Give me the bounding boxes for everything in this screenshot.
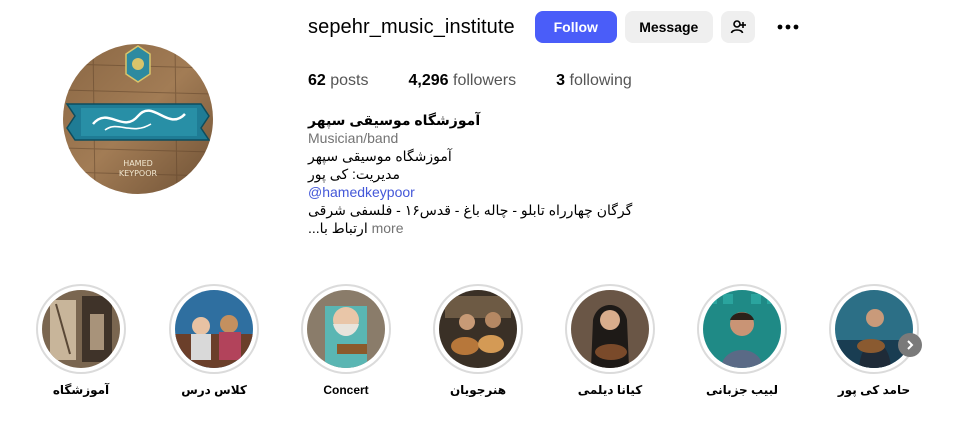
bio-category: Musician/band [308, 130, 399, 146]
highlight-thumbnail [42, 290, 120, 368]
highlight-ring [169, 284, 259, 374]
follow-button[interactable]: Follow [534, 11, 617, 43]
highlight-ring [697, 284, 787, 374]
highlight-item[interactable]: هنرجویان [423, 284, 533, 397]
followers-value: 4,296 [408, 72, 449, 89]
avatar-logo-image: HAMED KEYPOOR [63, 44, 213, 194]
followers-label: followers [453, 72, 517, 89]
highlight-label: آموزشگاه [52, 383, 110, 397]
username: sepehr_music_institute [308, 15, 515, 38]
more-options-icon[interactable] [773, 11, 803, 43]
following-label: following [569, 72, 632, 89]
bio-name: آموزشگاه موسیقی سپهر [308, 112, 481, 128]
bio-line-4-wrap: ...ارتباط با more [308, 219, 632, 237]
highlight-item[interactable]: آموزشگاه [26, 284, 136, 397]
highlight-label: لبیب جزبانی [705, 383, 779, 397]
avatar-brand-text: HAMED [123, 159, 153, 168]
highlight-thumbnail [571, 290, 649, 368]
profile-header: sepehr_music_institute Follow Message [308, 10, 803, 44]
chevron-right-icon [907, 340, 914, 350]
bio-line-4: ...ارتباط با [308, 220, 368, 236]
posts-label: posts [330, 72, 369, 89]
highlight-label: کیانا دیلمی [577, 383, 643, 397]
followers-link[interactable]: 4,296 followers [409, 72, 517, 90]
bio-line-2: مدیریت: کی پور [308, 166, 401, 182]
bio-line-3: گرگان چهارراه تابلو - چاله باغ - قدس۱۶ -… [308, 202, 633, 218]
highlight-item[interactable]: کیانا دیلمی [555, 284, 665, 397]
highlight-ring [36, 284, 126, 374]
message-button[interactable]: Message [624, 11, 713, 43]
bio-line-1: آموزشگاه موسیقی سپهر [308, 148, 452, 164]
posts-count: 62 posts [308, 72, 369, 90]
highlight-ring [565, 284, 655, 374]
highlight-thumbnail [175, 290, 253, 368]
highlight-label: حامد کی پور [837, 383, 911, 397]
highlight-thumbnail [439, 290, 517, 368]
following-value: 3 [556, 72, 566, 89]
add-user-icon [730, 20, 746, 34]
highlight-label: Concert [323, 383, 369, 397]
highlights-next-button[interactable] [898, 333, 922, 357]
highlight-ring [829, 284, 919, 374]
following-link[interactable]: 3 following [556, 72, 632, 90]
posts-value: 62 [308, 72, 326, 89]
highlight-item[interactable]: Concert [291, 284, 401, 397]
highlight-item[interactable]: لبیب جزبانی [687, 284, 797, 397]
highlight-thumbnail [835, 290, 913, 368]
bio-mention-link[interactable]: @hamedkeypoor [308, 183, 632, 201]
bio-more-link[interactable]: more [372, 220, 404, 236]
suggest-users-button[interactable] [720, 11, 755, 43]
profile-stats: 62 posts 4,296 followers 3 following [308, 72, 672, 90]
story-highlights: آموزشگاه کلاس درس Concert هنرجویان کیانا… [0, 284, 955, 414]
profile-bio: آموزشگاه موسیقی سپهر Musician/band آموزش… [308, 111, 632, 237]
highlight-label: هنرجویان [449, 383, 507, 397]
highlight-item[interactable]: کلاس درس [159, 284, 269, 397]
highlight-thumbnail [703, 290, 781, 368]
highlight-label: کلاس درس [181, 383, 247, 397]
avatar-brand-text-2: KEYPOOR [119, 169, 158, 178]
highlight-ring [301, 284, 391, 374]
profile-avatar[interactable]: HAMED KEYPOOR [63, 44, 213, 194]
highlight-thumbnail [307, 290, 385, 368]
highlight-ring [433, 284, 523, 374]
